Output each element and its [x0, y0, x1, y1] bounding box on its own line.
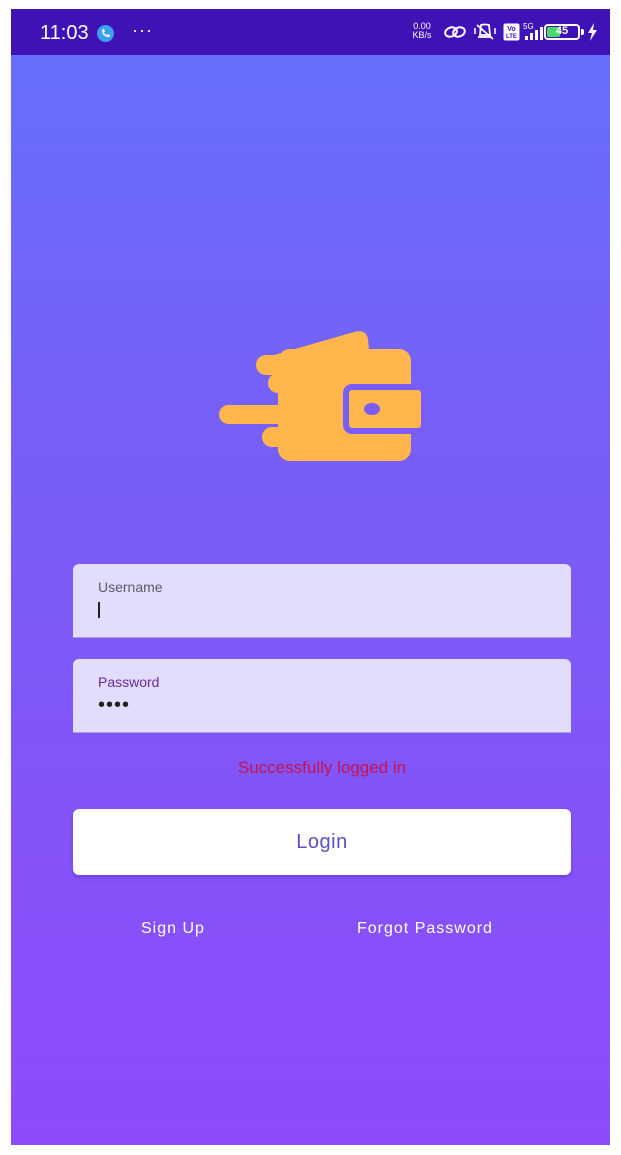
status-time: 11:03	[40, 22, 89, 44]
svg-text:LTE: LTE	[506, 34, 517, 40]
volte-icon: Vo LTE	[503, 23, 520, 46]
signal-icon: 5G	[523, 21, 545, 48]
forgot-password-link[interactable]: Forgot Password	[357, 920, 493, 938]
login-button[interactable]: Login	[73, 809, 571, 875]
status-bar: 11:03 ··· 0.00 KB/s Vo LTE 5G 45	[11, 9, 610, 55]
call-icon	[97, 25, 114, 42]
network-type-text: 5G	[523, 22, 534, 31]
login-status-message: Successfully logged in	[237, 758, 407, 777]
password-input[interactable]: ••••	[98, 694, 130, 717]
svg-text:Vo: Vo	[507, 26, 515, 33]
username-input[interactable]	[98, 597, 538, 623]
wallet-icon	[216, 321, 431, 466]
hotspot-link-icon	[443, 23, 467, 46]
battery-tip	[581, 29, 584, 35]
username-label: Username	[98, 579, 163, 595]
password-label: Password	[98, 674, 160, 690]
net-speed-unit: KB/s	[412, 30, 432, 40]
app-screen: 11:03 ··· 0.00 KB/s Vo LTE 5G 45 Usernam…	[11, 9, 610, 1145]
more-icon: ···	[132, 20, 153, 40]
net-speed: 0.00 KB/s	[407, 22, 437, 40]
text-cursor	[98, 602, 100, 618]
password-field[interactable]: Password ••••	[73, 659, 571, 733]
charging-bolt-icon	[587, 23, 598, 46]
username-field[interactable]: Username	[73, 564, 571, 638]
sign-up-link[interactable]: Sign Up	[141, 920, 205, 938]
battery-percent: 45	[555, 25, 569, 37]
vibrate-icon	[473, 23, 497, 46]
battery-icon: 45	[544, 24, 580, 40]
